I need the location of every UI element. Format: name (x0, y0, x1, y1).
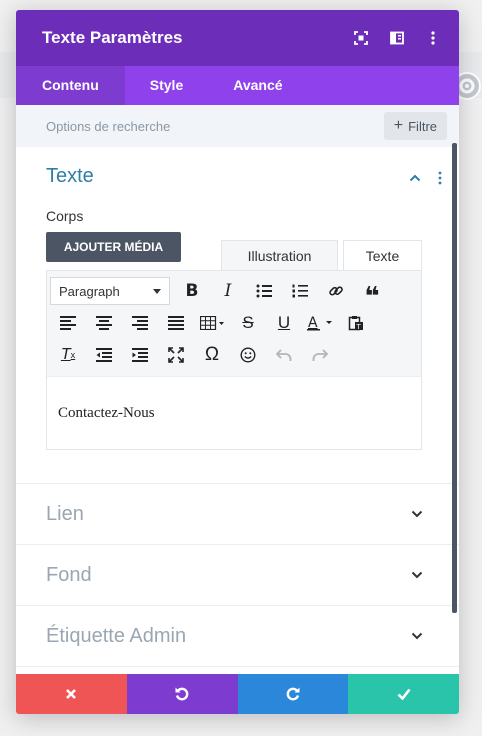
tab-style[interactable]: Style (125, 66, 208, 105)
align-right-icon[interactable] (122, 309, 158, 337)
emoji-icon[interactable] (230, 341, 266, 369)
blockquote-icon[interactable]: ❝ (354, 277, 390, 311)
filter-button[interactable]: + Filtre (383, 112, 447, 140)
undo-icon[interactable] (266, 341, 302, 369)
plus-icon: + (393, 117, 404, 134)
undo-button[interactable] (126, 674, 238, 714)
section-etiquette-admin[interactable]: Étiquette Admin (16, 606, 459, 667)
editor-tab-illustration[interactable]: Illustration (221, 240, 338, 270)
clear-formatting-icon[interactable]: Tx (50, 341, 86, 369)
field-label-corps: Corps (46, 208, 84, 224)
numbered-list-icon[interactable] (282, 277, 318, 305)
more-vertical-icon[interactable] (423, 28, 443, 48)
settings-modal: Texte Paramètres Contenu Style Avancé Op… (16, 10, 459, 714)
redo-icon[interactable] (302, 341, 338, 369)
editor-top: AJOUTER MÉDIA Illustration Texte (46, 232, 459, 270)
add-media-button[interactable]: AJOUTER MÉDIA (46, 232, 181, 262)
section-texte: Texte Corps AJOUTER MÉDIA Illustration T… (16, 147, 459, 484)
redo-button[interactable] (237, 674, 349, 714)
italic-icon[interactable]: I (210, 277, 246, 305)
indent-icon[interactable] (122, 341, 158, 369)
caret-down-icon (153, 288, 161, 294)
text-color-icon[interactable]: A (302, 309, 338, 337)
section-lien[interactable]: Lien (16, 484, 459, 545)
editor-content[interactable]: Contactez-Nous (47, 377, 421, 449)
close-icon (66, 689, 77, 699)
link-icon[interactable] (318, 277, 354, 305)
expand-icon[interactable] (351, 28, 371, 48)
svg-text:T: T (356, 323, 362, 331)
outdent-icon[interactable] (86, 341, 122, 369)
format-select[interactable]: Paragraph (50, 277, 170, 305)
editor-content-text: Contactez-Nous (58, 405, 155, 421)
editor-toolbar: Paragraph B I ❝ S U A T T x Ω (47, 271, 421, 377)
modal-header: Texte Paramètres (16, 10, 459, 66)
search-row: Options de recherche + Filtre (16, 105, 459, 147)
search-input[interactable]: Options de recherche (46, 119, 384, 134)
section-title: Fond (46, 563, 92, 586)
chevron-down-icon (411, 510, 423, 518)
check-icon (397, 688, 411, 700)
special-character-icon[interactable]: Ω (194, 341, 230, 369)
modal-title: Texte Paramètres (42, 28, 183, 47)
underline-icon[interactable]: U (266, 309, 302, 337)
paste-text-icon[interactable]: T (338, 309, 374, 337)
save-button[interactable] (348, 674, 459, 714)
fullscreen-icon[interactable] (158, 341, 194, 369)
redo-icon (286, 687, 300, 701)
tab-contenu[interactable]: Contenu (16, 66, 125, 105)
format-select-value: Paragraph (59, 283, 120, 299)
section-title: Étiquette Admin (46, 624, 187, 647)
bold-icon[interactable]: B (174, 277, 210, 305)
align-center-icon[interactable] (86, 309, 122, 337)
chevron-down-icon (411, 571, 423, 579)
editor-tab-texte[interactable]: Texte (343, 240, 422, 270)
align-left-icon[interactable] (50, 309, 86, 337)
section-title: Lien (46, 502, 84, 525)
cancel-button[interactable] (16, 674, 127, 714)
rich-text-editor: Paragraph B I ❝ S U A T T x Ω Contactez-… (46, 270, 422, 450)
chevron-up-icon[interactable] (409, 174, 421, 182)
section-fond[interactable]: Fond (16, 545, 459, 606)
table-icon[interactable] (194, 309, 230, 337)
gear-icon (459, 78, 475, 94)
settings-scroll-area: Options de recherche + Filtre Texte Corp… (16, 105, 459, 684)
svg-text:A: A (308, 315, 318, 331)
chevron-down-icon (411, 632, 423, 640)
undo-icon (175, 687, 189, 701)
filter-label: Filtre (408, 118, 437, 134)
scrollbar[interactable] (452, 143, 457, 613)
more-vertical-icon[interactable] (437, 171, 443, 185)
section-title[interactable]: Texte (46, 165, 459, 188)
bullet-list-icon[interactable] (246, 277, 282, 305)
modal-footer (16, 674, 459, 714)
section-controls (409, 171, 443, 185)
sidebar-toggle-icon[interactable] (387, 28, 407, 48)
align-justify-icon[interactable] (158, 309, 194, 337)
strikethrough-icon[interactable]: S (230, 309, 266, 337)
tab-avance[interactable]: Avancé (208, 66, 307, 105)
modal-tabs: Contenu Style Avancé (16, 66, 459, 105)
